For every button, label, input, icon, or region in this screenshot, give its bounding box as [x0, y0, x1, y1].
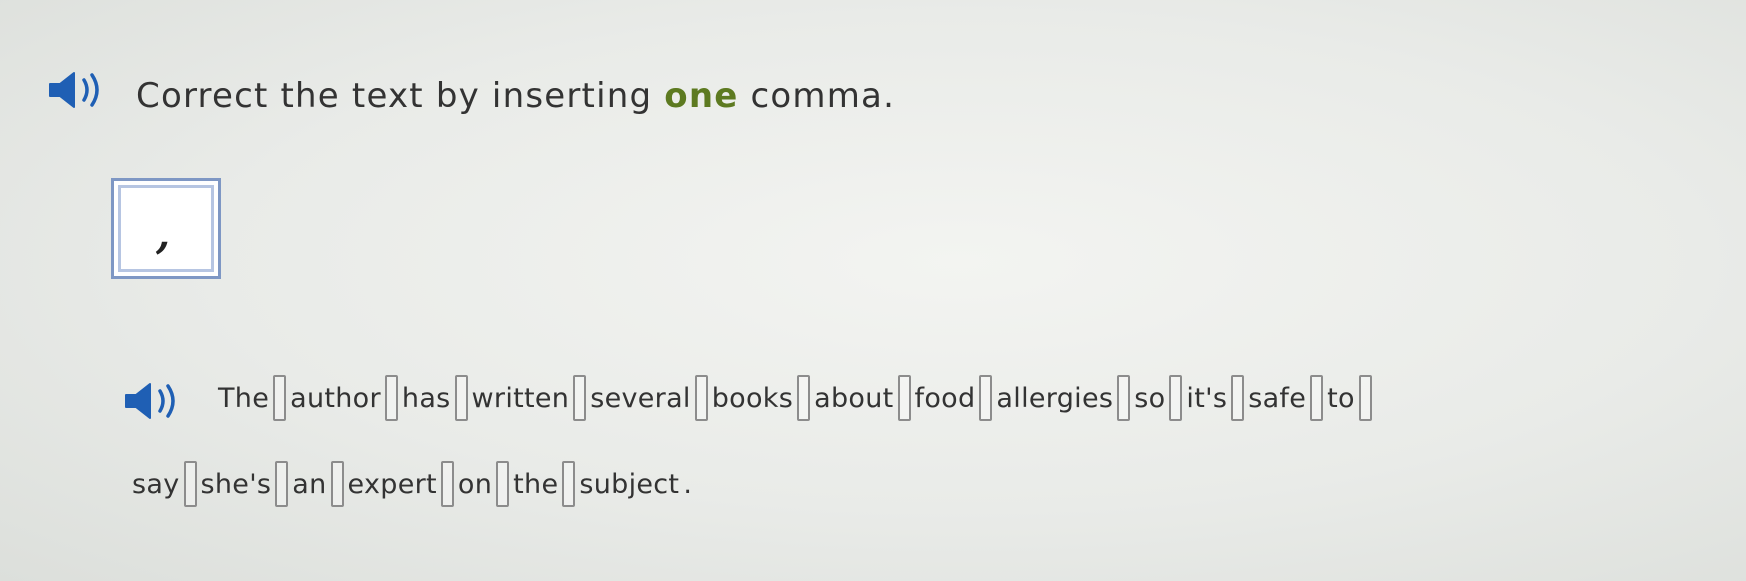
sentence-word: say: [132, 468, 180, 500]
comma-drop-slot[interactable]: [797, 375, 811, 421]
sentence-word: about: [814, 382, 894, 414]
comma-drop-slot[interactable]: [897, 375, 911, 421]
comma-drop-slot[interactable]: [694, 375, 708, 421]
sentence-line-1: The author has written several books abo…: [130, 372, 1690, 424]
sentence-word: safe: [1248, 382, 1307, 414]
sentence-word: author: [290, 382, 381, 414]
speaker-icon: [49, 72, 99, 108]
comma-drop-slot[interactable]: [1169, 375, 1183, 421]
comma-drop-slot[interactable]: [275, 461, 289, 507]
comma-drop-slot[interactable]: [1231, 375, 1245, 421]
instruction-audio-button[interactable]: [46, 70, 114, 110]
sentence-word: food: [914, 382, 976, 414]
sentence-word: to: [1327, 382, 1355, 414]
comma-drop-slot[interactable]: [454, 375, 468, 421]
instruction-text: Correct the text by inserting one comma.: [136, 76, 895, 116]
comma-drop-slot[interactable]: [330, 461, 344, 507]
sentence-word: books: [711, 382, 794, 414]
sentence-word: so: [1134, 382, 1166, 414]
comma-drop-slot[interactable]: [1117, 375, 1131, 421]
sentence-word: she's: [200, 468, 272, 500]
sentence-word: has: [401, 382, 451, 414]
sentence-word: allergies: [996, 382, 1114, 414]
comma-drop-slot[interactable]: [496, 461, 510, 507]
sentence-word: an: [292, 468, 327, 500]
instruction-emphasis: one: [664, 76, 739, 116]
comma-drop-slot[interactable]: [562, 461, 576, 507]
comma-drop-slot[interactable]: [440, 461, 454, 507]
instruction-suffix: comma.: [738, 76, 896, 116]
comma-drop-slot[interactable]: [183, 461, 197, 507]
sentence-text: The author has written several books abo…: [130, 372, 1690, 544]
comma-tile[interactable]: ,: [111, 178, 221, 279]
sentence-word: expert: [347, 468, 437, 500]
sentence-word: several: [590, 382, 691, 414]
comma-drop-slot[interactable]: [384, 375, 398, 421]
comma-drop-slot[interactable]: [573, 375, 587, 421]
comma-drop-slot[interactable]: [979, 375, 993, 421]
sentence-period: .: [683, 468, 693, 500]
comma-glyph: ,: [154, 211, 178, 258]
sentence-word: subject: [579, 468, 680, 500]
sentence-word: The: [218, 382, 270, 414]
sentence-word: written: [471, 382, 570, 414]
sentence-line-2: say she's an expert on the subject .: [130, 458, 1690, 510]
instruction-prefix: Correct the text by inserting: [136, 76, 665, 116]
comma-drop-slot[interactable]: [273, 375, 287, 421]
sentence-word: on: [457, 468, 493, 500]
comma-drop-slot[interactable]: [1358, 375, 1372, 421]
comma-drop-slot[interactable]: [1310, 375, 1324, 421]
sentence-word: it's: [1186, 382, 1228, 414]
sentence-word: the: [513, 468, 559, 500]
